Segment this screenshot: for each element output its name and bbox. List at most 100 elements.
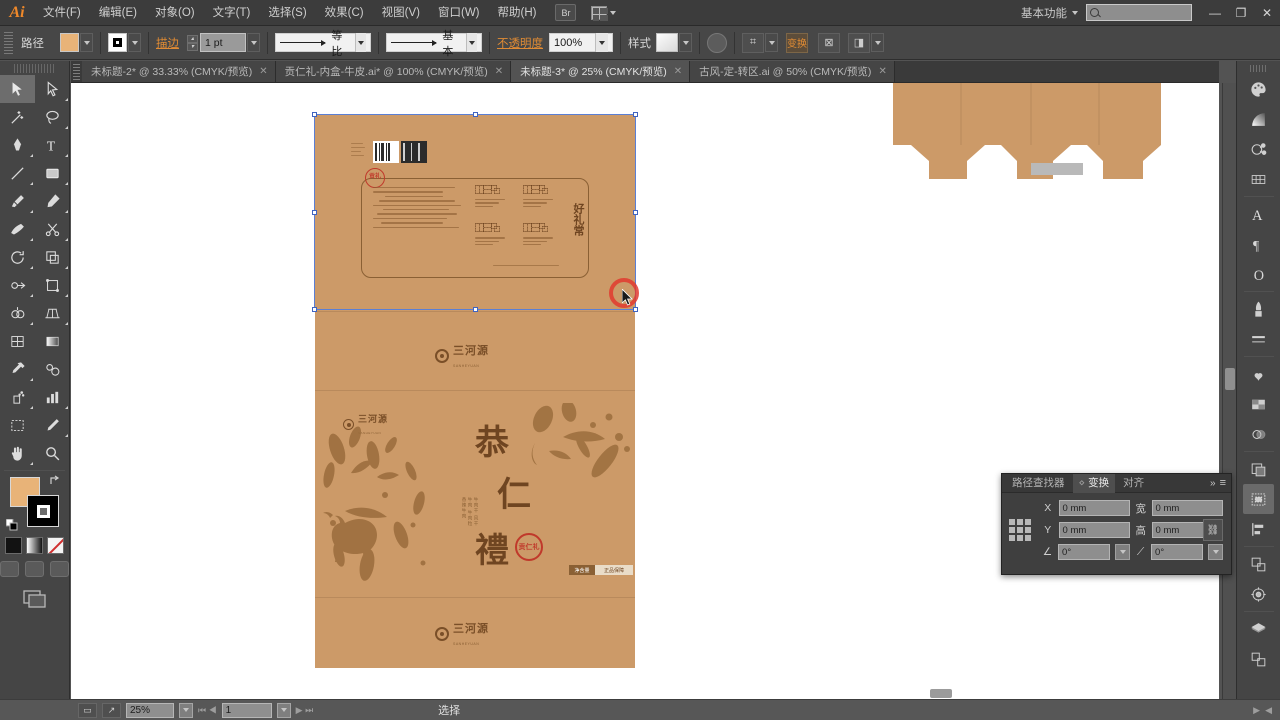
character-panel-icon[interactable]: A — [1243, 199, 1274, 229]
perspective-grid-tool[interactable] — [35, 299, 70, 327]
paragraph-panel-icon[interactable]: ¶ — [1243, 229, 1274, 259]
gradient-panel-icon[interactable] — [1243, 104, 1274, 134]
more-options-dropdown[interactable] — [871, 33, 884, 52]
tab-pathfinder[interactable]: 路径查找器 — [1006, 474, 1071, 493]
artboard-number-field[interactable]: 1 — [221, 702, 272, 718]
maximize-button[interactable]: ❐ — [1228, 0, 1254, 26]
close-button[interactable]: ✕ — [1254, 0, 1280, 26]
arrange-documents-button[interactable] — [588, 4, 619, 22]
opacity-field[interactable]: 100% — [549, 33, 613, 52]
free-transform-tool[interactable] — [35, 271, 70, 299]
draw-inside-icon[interactable] — [50, 561, 69, 577]
status-menu-icon[interactable]: ▶ — [1253, 705, 1260, 716]
close-icon[interactable]: ✕ — [259, 66, 267, 77]
menu-type[interactable]: 文字(T) — [204, 0, 260, 26]
transform-panel-icon[interactable] — [1243, 549, 1274, 579]
close-icon[interactable]: ✕ — [878, 66, 886, 77]
stroke-swatch[interactable] — [27, 495, 59, 527]
menu-object[interactable]: 对象(O) — [146, 0, 204, 26]
artboard-nav-first[interactable]: ⏮ ◀ — [198, 705, 217, 716]
pathfinder-panel-icon[interactable] — [1243, 484, 1274, 514]
zoom-tool[interactable] — [35, 439, 70, 467]
pen-tool[interactable] — [0, 131, 35, 159]
swatches-panel-icon[interactable] — [1243, 164, 1274, 194]
direct-selection-tool[interactable] — [35, 75, 70, 103]
stroke-weight-dropdown[interactable] — [247, 33, 260, 52]
line-segment-tool[interactable] — [0, 159, 35, 187]
mesh-tool[interactable] — [0, 327, 35, 355]
symbols-panel-icon[interactable] — [1243, 359, 1274, 389]
shear-field[interactable]: 0° — [1151, 544, 1204, 560]
fill-dropdown[interactable] — [80, 33, 93, 52]
tab-bar-grip[interactable] — [73, 64, 80, 80]
reference-point-selector[interactable] — [1009, 519, 1031, 541]
transform-button[interactable]: 变换 — [786, 32, 808, 53]
menu-view[interactable]: 视图(V) — [373, 0, 429, 26]
stroke-dropdown[interactable] — [128, 33, 141, 52]
style-dropdown[interactable] — [679, 33, 692, 52]
status-resize-icon[interactable]: ◀ — [1265, 705, 1272, 716]
brushes-panel-icon[interactable] — [1243, 294, 1274, 324]
control-bar-grip[interactable] — [4, 31, 13, 54]
export-icon[interactable]: ↗ — [102, 702, 121, 718]
artboards-panel-icon[interactable] — [1243, 644, 1274, 674]
eyedropper-tool[interactable] — [0, 355, 35, 383]
width-tool[interactable] — [0, 271, 35, 299]
bridge-icon[interactable]: Br — [555, 4, 577, 21]
angle-dropdown[interactable] — [1115, 544, 1130, 560]
blend-tool[interactable] — [35, 355, 70, 383]
align-icon[interactable]: ⌗ — [742, 32, 764, 53]
device-central-icon[interactable]: ▭ — [78, 702, 97, 718]
blob-brush-tool[interactable] — [0, 215, 35, 243]
angle-field[interactable]: 0° — [1058, 544, 1111, 560]
tools-panel-grip[interactable] — [14, 64, 55, 73]
scale-tool[interactable] — [35, 243, 70, 271]
workspace-switcher[interactable]: 基本功能 — [1013, 5, 1086, 21]
graphic-style-swatch[interactable] — [656, 33, 678, 52]
vertical-scrollbar[interactable] — [1222, 83, 1236, 699]
type-tool[interactable]: T — [35, 131, 70, 159]
scissors-tool[interactable] — [35, 215, 70, 243]
symbol-sprayer-tool[interactable] — [0, 383, 35, 411]
stroke-options-link[interactable]: 描边 — [156, 35, 179, 51]
paintbrush-tool[interactable] — [0, 187, 35, 215]
color-guide-panel-icon[interactable] — [1243, 134, 1274, 164]
opacity-link[interactable]: 不透明度 — [497, 35, 543, 51]
search-input[interactable] — [1086, 4, 1192, 21]
fill-color-swatch[interactable] — [60, 33, 79, 52]
color-panel-icon[interactable] — [1243, 74, 1274, 104]
brush-definition-dropdown[interactable]: 基本 — [386, 30, 482, 58]
rotate-tool[interactable] — [0, 243, 35, 271]
gradient-mode-button[interactable] — [26, 537, 43, 554]
shear-dropdown[interactable] — [1208, 544, 1223, 560]
tab-align[interactable]: 对齐 — [1117, 474, 1150, 493]
menu-select[interactable]: 选择(S) — [259, 0, 315, 26]
close-icon[interactable]: ✕ — [495, 66, 503, 77]
selection-tool[interactable] — [0, 75, 35, 103]
stroke-profile-dropdown[interactable]: 等比 — [275, 30, 371, 58]
collapse-icon[interactable]: » — [1210, 478, 1216, 489]
menu-edit[interactable]: 编辑(E) — [90, 0, 146, 26]
pencil-tool[interactable] — [35, 187, 70, 215]
zoom-level-field[interactable]: 25% — [126, 702, 174, 718]
document-tab-3[interactable]: 未标题-3* @ 25% (CMYK/预览) ✕ — [511, 61, 691, 82]
isolate-selected-object-icon[interactable]: ⊠ — [818, 32, 840, 53]
artboard-tool[interactable] — [0, 411, 35, 439]
appearance-panel-icon[interactable] — [1243, 419, 1274, 449]
diecut-artwork[interactable] — [881, 83, 1173, 179]
document-setup-icon[interactable] — [707, 32, 727, 53]
width-field[interactable]: 0 mm — [1151, 500, 1223, 516]
align-dropdown[interactable] — [765, 33, 778, 52]
minimize-button[interactable]: — — [1202, 0, 1228, 26]
gradient-tool[interactable] — [35, 327, 70, 355]
draw-behind-icon[interactable] — [25, 561, 44, 577]
lasso-tool[interactable] — [35, 103, 70, 131]
artboard-nav-last[interactable]: ▶ ⏭ — [296, 705, 314, 716]
hand-tool[interactable] — [0, 439, 35, 467]
stroke-panel-icon[interactable] — [1243, 324, 1274, 354]
artboard-dropdown[interactable] — [276, 702, 291, 718]
draw-normal-icon[interactable] — [0, 561, 19, 577]
magic-wand-tool[interactable] — [0, 103, 35, 131]
horizontal-scroll-thumb[interactable] — [930, 689, 952, 698]
none-mode-button[interactable] — [47, 537, 64, 554]
